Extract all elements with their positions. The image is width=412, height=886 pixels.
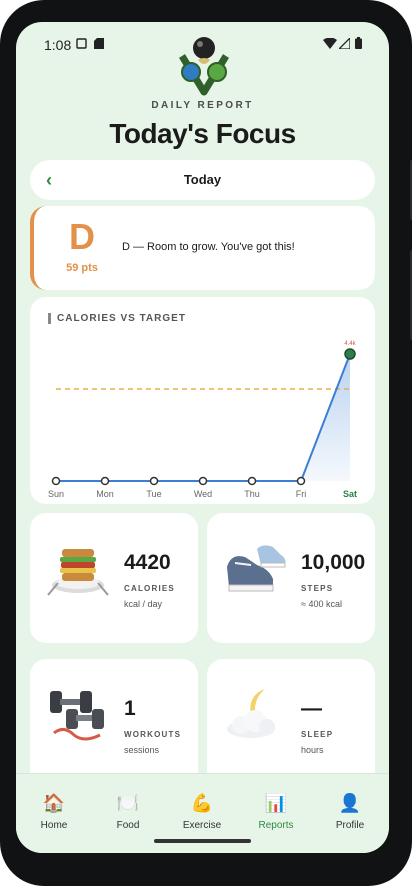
stat-label: SLEEP	[301, 730, 334, 739]
data-label-peak: 4.4k	[344, 341, 356, 347]
bar-chart-icon: 📊	[264, 793, 288, 813]
nav-item-reports[interactable]: 📊 Reports	[239, 792, 313, 831]
x-tick-label-thu: Thu	[244, 489, 260, 499]
person-icon: 👤	[338, 793, 362, 813]
grade-card: D 59 pts D — Room to grow. You've got th…	[30, 206, 375, 290]
data-point-wed	[198, 476, 208, 486]
stat-sub: ≈ 400 kcal	[301, 599, 342, 609]
nav-label: Profile	[335, 820, 365, 831]
nav-label: Exercise	[182, 820, 222, 831]
nav-item-exercise[interactable]: 💪 Exercise	[165, 792, 239, 831]
nav-item-food[interactable]: 🍽️ Food	[91, 792, 165, 831]
stat-label: CALORIES	[124, 584, 175, 593]
x-tick-label-sun: Sun	[48, 489, 64, 499]
stat-label: STEPS	[301, 584, 334, 593]
flexed-arm-icon: 💪	[190, 793, 214, 813]
stat-label: WORKOUTS	[124, 730, 182, 739]
sneakers-icon	[227, 545, 286, 592]
calories-stat-card[interactable]: 4420 CALORIES kcal / day	[30, 513, 198, 643]
sd-card-icon	[94, 38, 104, 49]
x-tick-label-sat: Sat	[343, 489, 357, 499]
app-logo	[179, 37, 229, 96]
nav-item-home[interactable]: 🏠 Home	[17, 792, 91, 831]
status-time: 1:08	[44, 37, 72, 53]
stat-sub: hours	[301, 745, 324, 755]
nav-label: Home	[40, 820, 68, 831]
calories-chart-card: CALORIES VS TARGET 4.4k Sun Mon Tue Wed Thu Fr…	[30, 297, 375, 504]
grade-message: D — Room to grow. You've got this!	[122, 241, 295, 253]
calories-line-chart: 4.4k Sun Mon Tue Wed Thu Fri Sat	[48, 341, 357, 499]
x-tick-label-tue: Tue	[146, 489, 161, 499]
data-point-sat	[344, 348, 356, 360]
phone-frame: 1:08 DAILY REPORT Today's Focus ‹ Today …	[0, 0, 412, 886]
sandwich-plate-icon	[47, 549, 109, 596]
page-eyebrow: DAILY REPORT	[151, 100, 254, 111]
date-label: Today	[183, 172, 222, 187]
grade-points: 59 pts	[66, 262, 98, 274]
dumbbells-icon	[50, 691, 104, 741]
home-icon: 🏠	[42, 793, 66, 813]
moon-cloud-icon	[227, 689, 275, 738]
nav-label: Food	[116, 820, 140, 831]
chart-area-fill	[56, 354, 350, 481]
data-point-tue	[149, 476, 159, 486]
data-point-sun	[51, 476, 61, 486]
data-point-mon	[100, 476, 110, 486]
stat-sub: kcal / day	[124, 599, 163, 609]
stat-sub: sessions	[124, 745, 160, 755]
stat-value: 4420	[124, 551, 171, 574]
cell-signal-icon	[339, 38, 350, 49]
x-tick-label-wed: Wed	[194, 489, 212, 499]
x-tick-label-fri: Fri	[296, 489, 307, 499]
x-tick-label-mon: Mon	[96, 489, 114, 499]
stat-value: 10,000	[301, 551, 366, 574]
home-indicator	[154, 839, 251, 843]
stat-value: 1	[124, 697, 136, 720]
data-point-fri	[296, 476, 306, 486]
battery-icon	[355, 37, 362, 49]
data-point-thu	[247, 476, 257, 486]
date-selector: ‹ Today	[30, 160, 375, 200]
wifi-icon	[323, 38, 337, 49]
page-title: Today's Focus	[109, 118, 296, 149]
grade-letter: D	[69, 216, 95, 257]
stat-value: —	[301, 697, 322, 720]
nav-item-profile[interactable]: 👤 Profile	[313, 792, 387, 831]
app-screen: 1:08 DAILY REPORT Today's Focus ‹ Today …	[16, 22, 389, 853]
nav-label: Reports	[258, 820, 294, 831]
calories-series-line	[56, 353, 351, 482]
steps-stat-card[interactable]: 10,000 STEPS ≈ 400 kcal	[207, 513, 375, 643]
plate-icon: 🍽️	[116, 793, 140, 813]
screenshot-notification-icon	[76, 38, 87, 49]
